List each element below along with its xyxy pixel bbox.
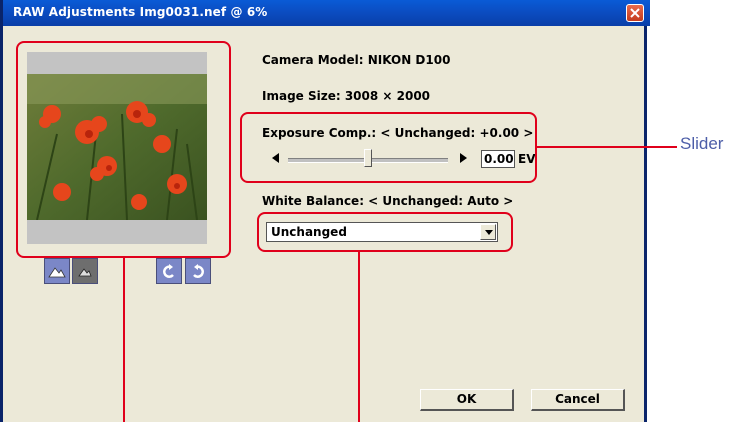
cancel-button[interactable]: Cancel (531, 389, 625, 411)
rotate-cw-icon (193, 264, 204, 278)
mountain-large-icon (48, 267, 66, 278)
dropdown-callout (257, 212, 513, 252)
close-button[interactable] (626, 4, 644, 22)
zoom-out-view-button[interactable] (72, 258, 98, 284)
image-size-label: Image Size: 3008 × 2000 (262, 89, 431, 103)
rotate-ccw-icon (163, 264, 174, 278)
preview-callout (16, 41, 231, 258)
preview-callout-line (123, 258, 125, 422)
close-icon (630, 8, 640, 18)
slider-callout-line (537, 146, 677, 148)
zoom-in-view-button[interactable] (44, 258, 70, 284)
slider-callout (240, 112, 537, 183)
mountain-small-icon (78, 268, 92, 277)
dropdown-callout-line (358, 252, 360, 422)
slider-annotation-label: Slider (680, 134, 724, 153)
camera-model-label: Camera Model: NIKON D100 (262, 53, 451, 67)
rotate-left-button[interactable] (156, 258, 182, 284)
window-title: RAW Adjustments Img0031.nef @ 6% (13, 5, 268, 19)
white-balance-label: White Balance: < Unchanged: Auto > (262, 194, 514, 208)
rotate-right-button[interactable] (185, 258, 211, 284)
ok-button[interactable]: OK (420, 389, 514, 411)
title-bar[interactable]: RAW Adjustments Img0031.nef @ 6% (3, 0, 650, 26)
